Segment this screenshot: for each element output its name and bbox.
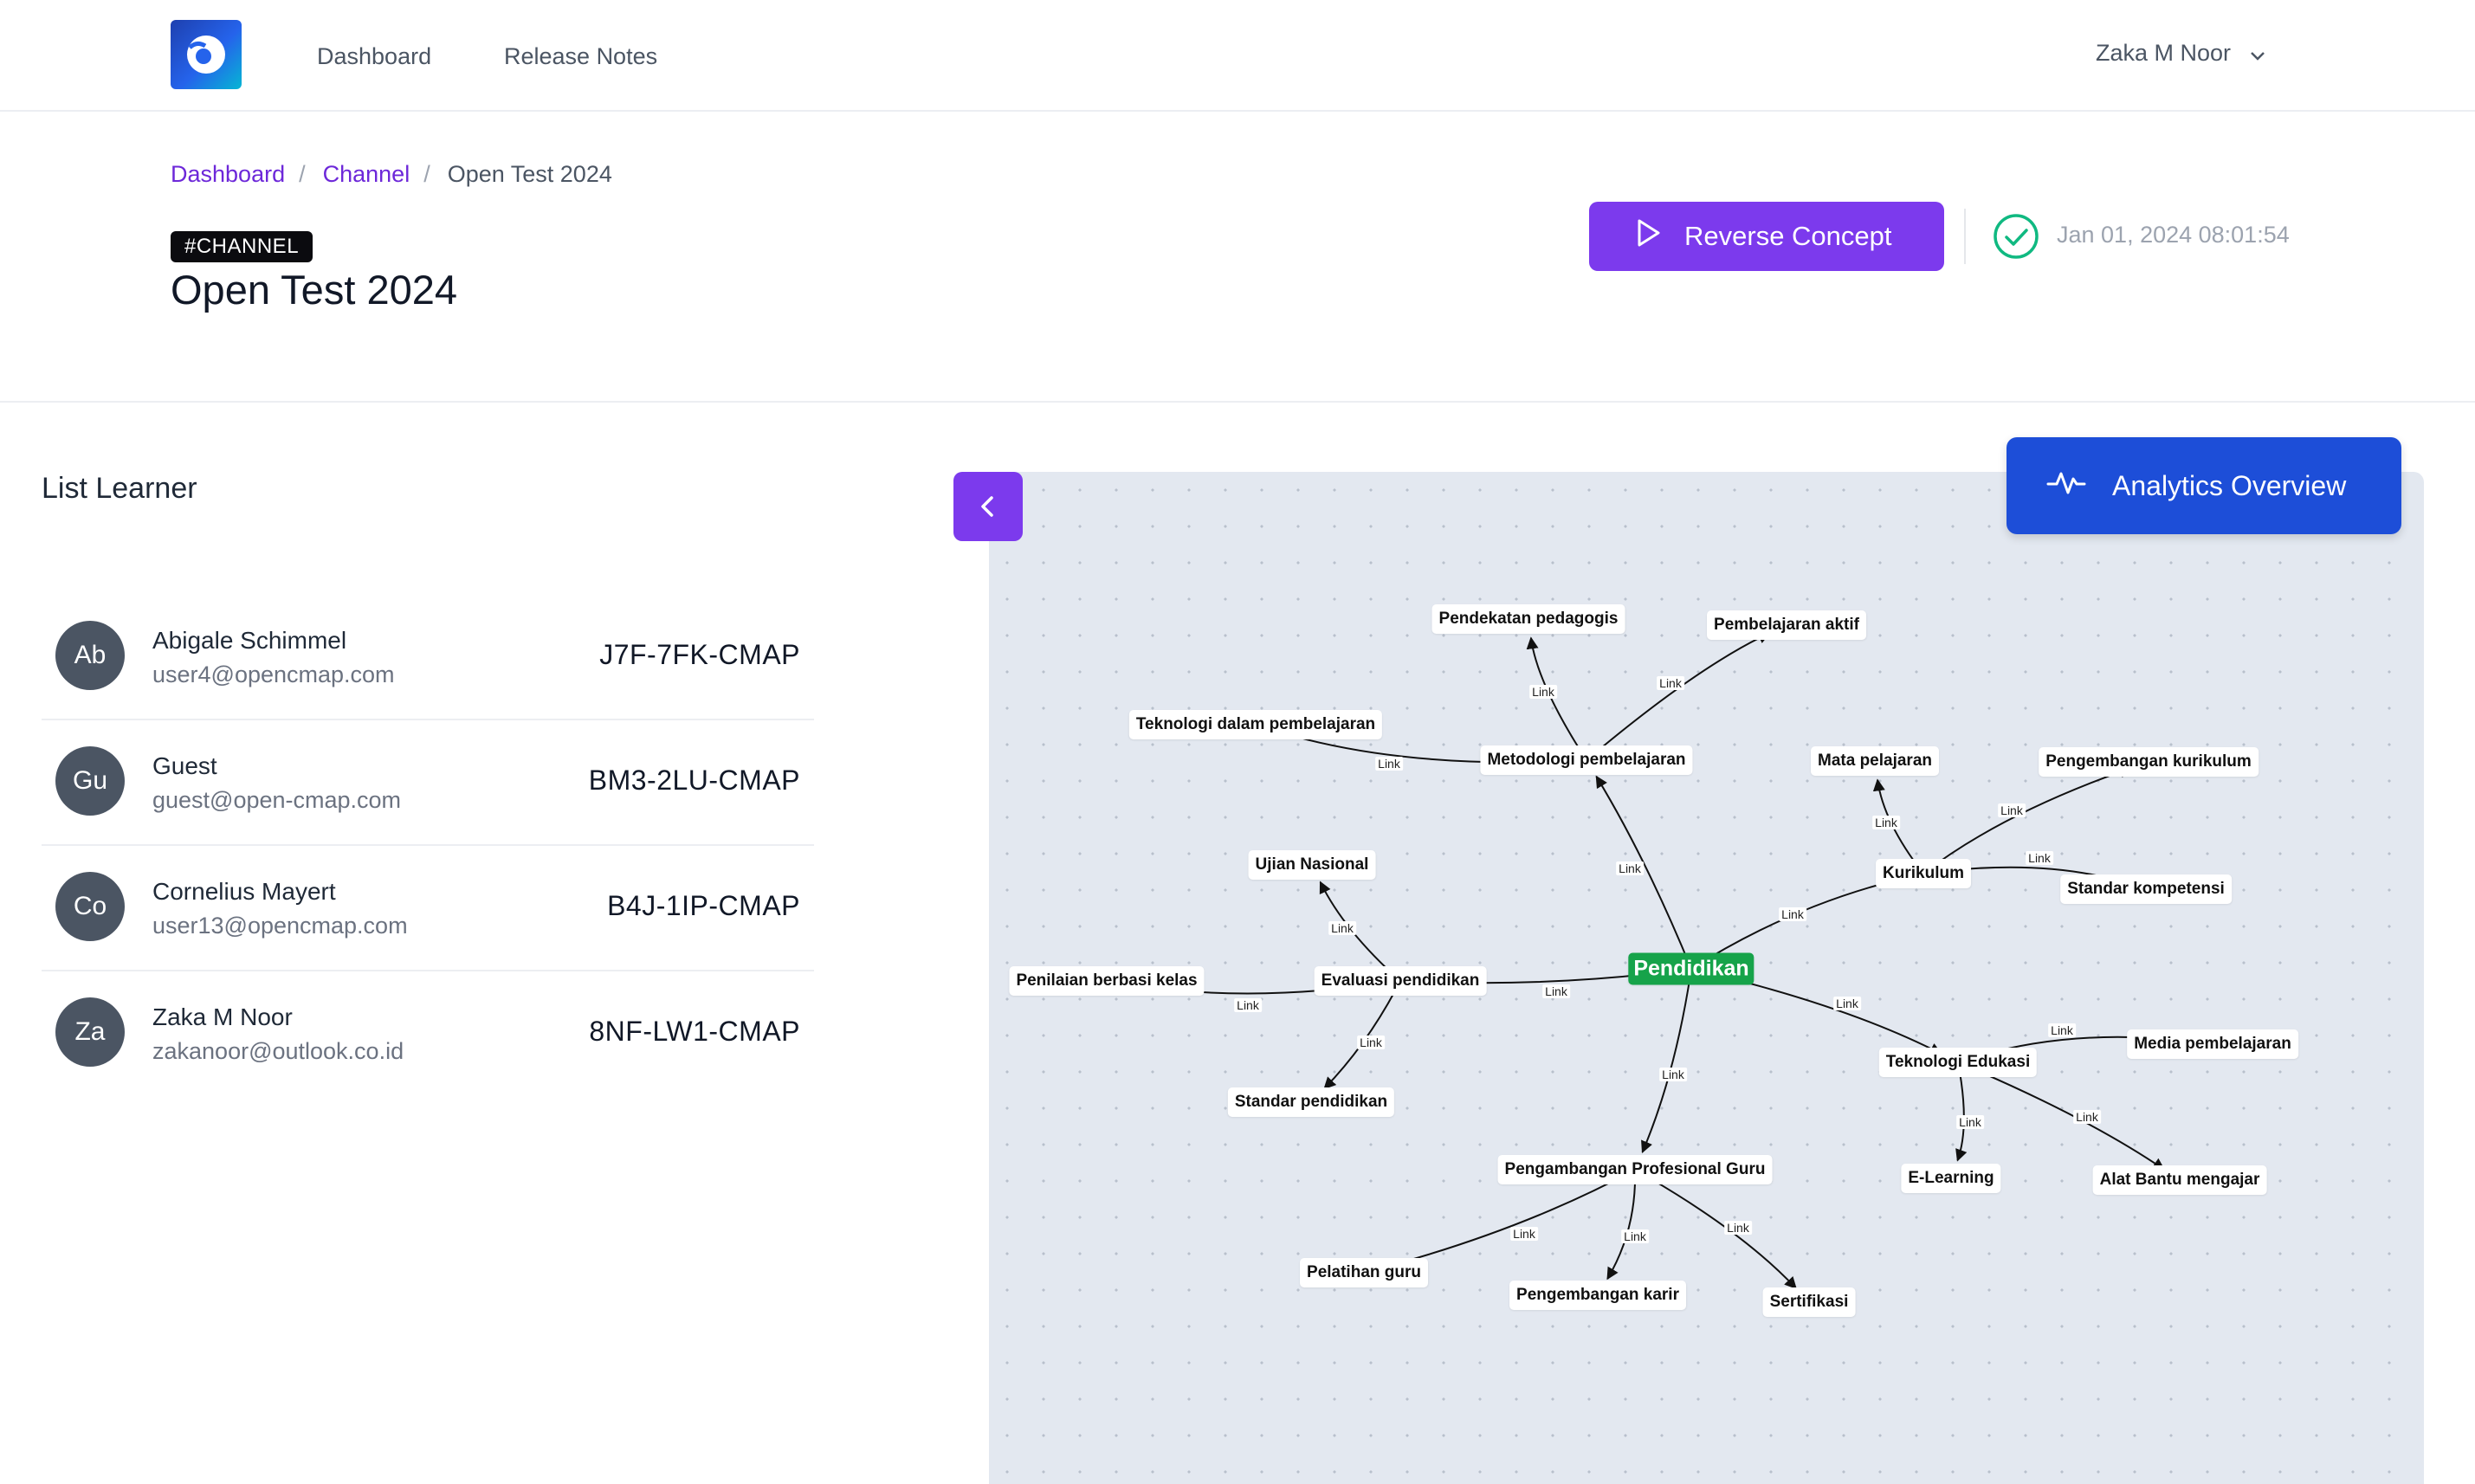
nav-dashboard-link[interactable]: Dashboard <box>317 43 431 70</box>
learner-code: 8NF-LW1-CMAP <box>589 1016 800 1047</box>
concept-node[interactable]: Pengembangan kurikulum <box>2039 747 2259 777</box>
learner-name: Guest <box>152 752 217 779</box>
concept-node[interactable]: Standar kompetensi <box>2060 874 2232 904</box>
link-label[interactable]: Link <box>1621 1229 1649 1243</box>
concept-node[interactable]: E-Learning <box>1901 1164 2001 1193</box>
breadcrumb: Dashboard / Channel / Open Test 2024 <box>171 161 612 188</box>
link-label[interactable]: Link <box>1779 907 1806 921</box>
link-label[interactable]: Link <box>1328 921 1356 935</box>
learner-row[interactable]: Gu Guest guest@open-cmap.com BM3-2LU-CMA… <box>42 719 814 846</box>
page-title: Open Test 2024 <box>171 267 457 313</box>
learner-email: user13@opencmap.com <box>152 913 408 939</box>
divider <box>1964 209 1966 264</box>
link-label[interactable]: Link <box>1872 816 1900 829</box>
concept-link-edge <box>1641 968 1692 1154</box>
avatar: Za <box>55 997 125 1067</box>
learner-name: Zaka M Noor <box>152 1003 293 1030</box>
concept-node[interactable]: Pengembangan karir <box>1509 1281 1686 1310</box>
root-concept-node[interactable]: Pendidikan <box>1628 952 1754 985</box>
concept-node[interactable]: Penilaian berbasi kelas <box>1009 966 1205 996</box>
play-icon <box>1632 217 1664 255</box>
concept-link-edge <box>1586 632 1771 761</box>
link-label[interactable]: Link <box>2026 851 2053 865</box>
avatar: Gu <box>55 746 125 816</box>
link-label[interactable]: Link <box>1998 803 2026 817</box>
nav-release-notes-link[interactable]: Release Notes <box>504 43 657 70</box>
link-label[interactable]: Link <box>1657 676 1684 690</box>
link-label[interactable]: Link <box>1510 1227 1538 1241</box>
learner-code: BM3-2LU-CMAP <box>588 765 800 796</box>
concept-node[interactable]: Pelatihan guru <box>1300 1258 1428 1287</box>
link-label[interactable]: Link <box>1234 998 1262 1012</box>
concept-node[interactable]: Ujian Nasional <box>1248 850 1376 880</box>
top-navbar: Dashboard Release Notes Zaka M Noor <box>0 0 2475 112</box>
reverse-concept-label: Reverse Concept <box>1684 221 1892 251</box>
concept-node[interactable]: Mata pelajaran <box>1811 746 1939 776</box>
link-label[interactable]: Link <box>1833 997 1861 1010</box>
chevron-down-icon <box>2250 41 2265 68</box>
breadcrumb-separator: / <box>299 161 306 187</box>
breadcrumb-channel[interactable]: Channel <box>323 161 410 187</box>
app-logo-icon[interactable] <box>171 20 242 89</box>
breadcrumb-current: Open Test 2024 <box>447 161 612 187</box>
learner-code: B4J-1IP-CMAP <box>607 890 800 921</box>
concept-node[interactable]: Pengambangan Profesional Guru <box>1497 1155 1773 1184</box>
learner-name: Abigale Schimmel <box>152 627 347 654</box>
concept-node[interactable]: Alat Bantu mengajar <box>2092 1165 2267 1195</box>
link-label[interactable]: Link <box>1375 757 1403 771</box>
link-label[interactable]: Link <box>1529 685 1557 699</box>
timestamp: Jan 01, 2024 08:01:54 <box>2057 222 2290 248</box>
analytics-overview-label: Analytics Overview <box>2112 469 2347 501</box>
concept-node[interactable]: Standar pendidikan <box>1227 1087 1395 1117</box>
link-label[interactable]: Link <box>1956 1115 1984 1129</box>
concept-node[interactable]: Pendekatan pedagogis <box>1431 604 1625 634</box>
channel-tag: #CHANNEL <box>171 231 313 262</box>
breadcrumb-separator: / <box>423 161 430 187</box>
link-label[interactable]: Link <box>2048 1023 2076 1037</box>
link-label[interactable]: Link <box>1357 1036 1385 1049</box>
collapse-panel-button[interactable] <box>953 472 1023 541</box>
learner-row[interactable]: Za Zaka M Noor zakanoor@outlook.co.id 8N… <box>42 971 814 1095</box>
pulse-icon <box>2046 467 2086 505</box>
concept-node[interactable]: Sertifikasi <box>1762 1287 1856 1317</box>
learner-email: guest@open-cmap.com <box>152 787 402 813</box>
concept-node[interactable]: Evaluasi pendidikan <box>1314 966 1487 996</box>
learner-name: Cornelius Mayert <box>152 878 336 905</box>
link-label[interactable]: Link <box>1724 1221 1752 1235</box>
concept-node[interactable]: Metodologi pembelajaran <box>1480 745 1693 775</box>
list-learner-title: List Learner <box>42 472 197 505</box>
user-menu[interactable]: Zaka M Noor <box>2096 40 2265 68</box>
learner-code: J7F-7FK-CMAP <box>599 639 800 670</box>
concept-link-edge <box>1634 1169 1797 1289</box>
page-header: Dashboard / Channel / Open Test 2024 #CHANNE… <box>0 112 2475 403</box>
avatar: Ab <box>55 621 125 690</box>
concept-node[interactable]: Media pembelajaran <box>2127 1029 2298 1059</box>
user-name: Zaka M Noor <box>2096 40 2232 66</box>
analytics-overview-button[interactable]: Analytics Overview <box>2006 437 2401 534</box>
reverse-concept-button[interactable]: Reverse Concept <box>1589 202 1944 271</box>
concept-node[interactable]: Pembelajaran aktif <box>1707 610 1866 640</box>
link-label[interactable]: Link <box>1616 861 1644 875</box>
avatar: Co <box>55 872 125 941</box>
concept-link-edge <box>1606 1169 1637 1281</box>
learner-email: zakanoor@outlook.co.id <box>152 1038 404 1064</box>
concept-node[interactable]: Teknologi Edukasi <box>1878 1048 2038 1077</box>
concept-link-edge <box>1595 775 1692 970</box>
concept-link-edge <box>1957 1061 2165 1171</box>
breadcrumb-dashboard[interactable]: Dashboard <box>171 161 285 187</box>
link-label[interactable]: Link <box>1542 984 1570 998</box>
concept-link-edge <box>1526 636 1587 761</box>
check-circle-icon <box>1992 212 2040 265</box>
learner-email: user4@opencmap.com <box>152 661 395 687</box>
concept-node[interactable]: Teknologi dalam pembelajaran <box>1128 710 1383 739</box>
link-label[interactable]: Link <box>1659 1068 1687 1081</box>
learner-row[interactable]: Co Cornelius Mayert user13@opencmap.com … <box>42 845 814 971</box>
learner-row[interactable]: Ab Abigale Schimmel user4@opencmap.com J… <box>42 594 814 720</box>
link-label[interactable]: Link <box>2073 1110 2101 1124</box>
concept-node[interactable]: Kurikulum <box>1876 859 1971 888</box>
